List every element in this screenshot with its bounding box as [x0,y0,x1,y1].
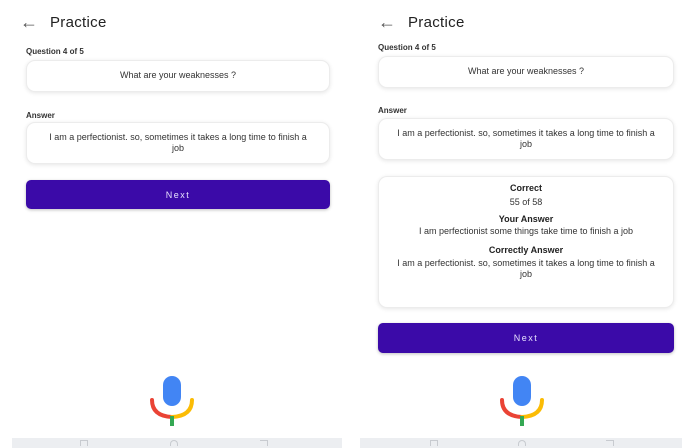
home-icon[interactable] [518,440,526,446]
question-card: What are your weaknesses ? [378,56,674,88]
correct-answer-label: Correctly Answer [488,245,564,256]
your-answer-text: I am perfectionist some things take time… [418,226,634,237]
arrow-left-icon[interactable]: ← [378,13,396,31]
question-card: What are your weaknesses ? [26,60,330,92]
back-nav-icon[interactable] [260,440,268,446]
answer-label: Answer [378,106,407,115]
recent-apps-icon[interactable] [430,440,438,446]
google-mic-icon[interactable] [142,370,202,430]
recent-apps-icon[interactable] [80,440,88,446]
app-header: ← Practice [378,10,465,34]
system-nav-bar [12,438,342,448]
answer-card[interactable]: I am a perfectionist. so, sometimes it t… [378,118,674,160]
practice-screen-right: ← Practice Question 4 of 5 What are your… [360,0,682,448]
home-icon[interactable] [170,440,178,446]
stage: ← Practice Question 4 of 5 What are your… [0,0,688,448]
score-text: 55 of 58 [509,196,543,207]
question-counter: Question 4 of 5 [378,43,436,52]
question-text: What are your weaknesses ? [467,66,585,77]
app-header: ← Practice [20,10,107,34]
answer-text: I am a perfectionist. so, sometimes it t… [397,127,655,149]
answer-label: Answer [26,111,55,120]
arrow-left-icon[interactable]: ← [20,13,38,31]
question-text: What are your weaknesses ? [119,70,237,81]
next-button[interactable]: Next [26,180,330,209]
back-nav-icon[interactable] [606,440,614,446]
next-button[interactable]: Next [378,323,674,353]
answer-text: I am a perfectionist. so, sometimes it t… [49,131,307,153]
result-card: Correct 55 of 58 Your Answer I am perfec… [378,176,674,308]
google-mic-icon[interactable] [492,370,552,430]
correct-answer-text: I am a perfectionist. so, sometimes it t… [397,257,655,279]
question-counter: Question 4 of 5 [26,47,84,56]
page-title: Practice [408,13,465,31]
system-nav-bar [360,438,682,448]
your-answer-label: Your Answer [498,213,554,224]
page-title: Practice [50,13,107,31]
correct-label: Correct [509,183,542,193]
practice-screen-left: ← Practice Question 4 of 5 What are your… [12,0,342,448]
answer-card[interactable]: I am a perfectionist. so, sometimes it t… [26,122,330,164]
